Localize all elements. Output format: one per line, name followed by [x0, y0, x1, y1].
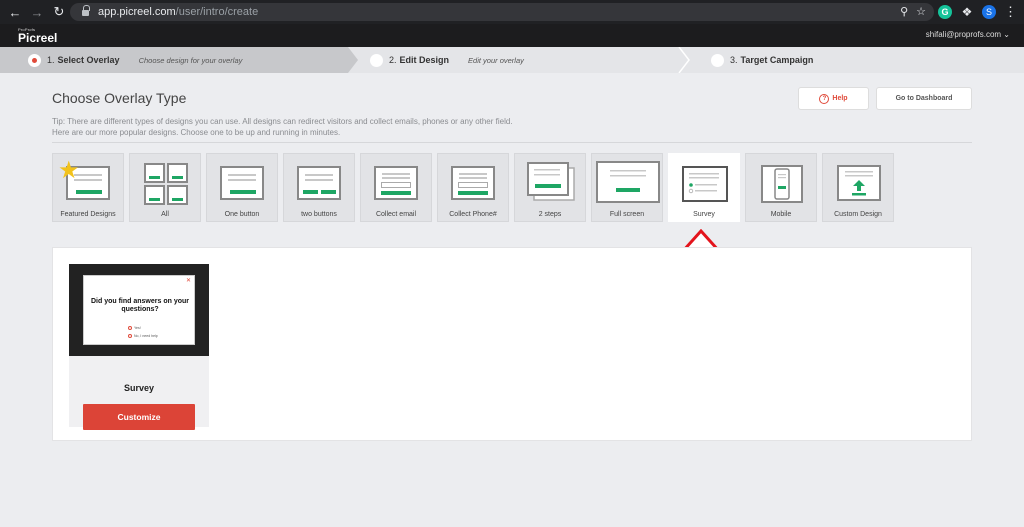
back-icon[interactable]: ← — [6, 3, 24, 21]
grammarly-extension-icon[interactable]: G — [938, 5, 952, 19]
type-label: Mobile — [770, 211, 792, 218]
type-full-screen[interactable]: Full screen — [591, 153, 663, 222]
help-button[interactable]: ? Help — [798, 87, 869, 110]
type-2-steps[interactable]: 2 steps — [514, 153, 586, 222]
customize-button[interactable]: Customize — [83, 404, 195, 430]
designs-panel: ✕ Did you find answers on your questions… — [52, 247, 972, 441]
url-path: /user/intro/create — [175, 6, 259, 18]
tip-text: Tip: There are different types of design… — [52, 116, 572, 138]
type-one-button[interactable]: One button — [206, 153, 278, 222]
preview-popup: ✕ Did you find answers on your questions… — [83, 275, 195, 345]
one-button-icon — [220, 166, 264, 200]
preview-option: No, I need help — [128, 334, 158, 338]
type-label: Collect Phone# — [449, 211, 497, 218]
type-label: Collect email — [375, 211, 417, 218]
type-label: 2 steps — [538, 211, 562, 218]
design-name: Survey — [123, 383, 155, 393]
type-two-buttons[interactable]: two buttons — [283, 153, 355, 222]
step-title: Target Campaign — [740, 55, 814, 65]
profile-avatar[interactable]: S — [982, 5, 996, 19]
type-collect-email[interactable]: Collect email — [360, 153, 432, 222]
forward-icon[interactable]: → — [28, 3, 46, 21]
step-subtitle: Choose design for your overlay — [138, 55, 243, 65]
zoom-icon[interactable]: ⚲ — [900, 5, 908, 18]
radio-icon — [128, 334, 132, 338]
url-host: app.picreel.com — [98, 6, 176, 18]
bookmark-star-icon[interactable]: ☆ — [916, 5, 926, 18]
type-mobile[interactable]: Mobile — [745, 153, 817, 222]
step-number: 2. — [389, 55, 397, 65]
step-dot — [370, 53, 383, 67]
picreel-logo[interactable]: ProProfs Picreel — [18, 27, 57, 45]
step-target-campaign[interactable]: 3. Target Campaign — [711, 47, 832, 73]
step-title: Edit Design — [399, 55, 450, 65]
extensions-puzzle-icon[interactable]: ❖ — [960, 5, 974, 19]
app-header: ProProfs Picreel shifali@proprofs.com ⌄ — [0, 24, 1024, 47]
grid-icon — [144, 163, 188, 205]
design-preview[interactable]: ✕ Did you find answers on your questions… — [69, 264, 209, 356]
step-active-dot — [28, 53, 41, 67]
address-bar[interactable]: app.picreel.com/user/intro/create ⚲ ☆ — [70, 3, 934, 21]
step-separator — [678, 47, 690, 73]
user-email: shifali@proprofs.com — [925, 30, 1002, 39]
go-to-dashboard-button[interactable]: Go to Dashboard — [876, 87, 972, 110]
step-edit-design[interactable]: 2. Edit Design Edit your overlay — [370, 47, 524, 73]
tip-line: Here are our more popular designs. Choos… — [52, 128, 341, 137]
phone-form-icon — [451, 166, 495, 200]
preview-option-label: Yes! — [134, 326, 141, 330]
type-label: Survey — [693, 211, 715, 218]
star-icon: ★ — [58, 157, 80, 184]
step-dot — [711, 53, 724, 67]
type-custom-design[interactable]: Custom Design — [822, 153, 894, 222]
type-label: One button — [224, 211, 260, 218]
type-label: two buttons — [301, 211, 337, 218]
step-title: Select Overlay — [57, 55, 120, 65]
type-featured-designs[interactable]: ★ Featured Designs — [52, 153, 124, 222]
type-all[interactable]: All — [129, 153, 201, 222]
preview-option-label: No, I need help — [134, 334, 158, 338]
tip-line: Tip: There are different types of design… — [52, 117, 513, 126]
two-buttons-icon — [297, 166, 341, 200]
close-icon: ✕ — [185, 278, 191, 284]
type-survey[interactable]: Survey — [668, 153, 740, 222]
type-label: Custom Design — [834, 211, 882, 218]
help-label: Help — [832, 95, 848, 102]
step-number: 3. — [730, 55, 738, 65]
preview-question: Did you find answers on your questions? — [90, 298, 189, 313]
help-icon: ? — [819, 93, 830, 104]
step-select-overlay[interactable]: 1. Select Overlay Choose design for your… — [28, 47, 242, 73]
type-label: Featured Designs — [60, 211, 116, 218]
browser-toolbar: ← → ↻ app.picreel.com/user/intro/create … — [0, 0, 1024, 24]
divider — [52, 142, 972, 143]
reload-icon[interactable]: ↻ — [50, 3, 68, 21]
preview-option: Yes! — [128, 326, 141, 330]
chevron-down-icon: ⌄ — [1003, 30, 1010, 39]
design-card-survey[interactable]: ✕ Did you find answers on your questions… — [69, 264, 209, 430]
type-label: Full screen — [609, 211, 645, 218]
type-label: All — [161, 211, 169, 218]
step-subtitle: Edit your overlay — [468, 55, 524, 65]
user-menu[interactable]: shifali@proprofs.com ⌄ — [926, 30, 1010, 39]
upload-icon — [837, 165, 881, 201]
wizard-stepper: 1. Select Overlay Choose design for your… — [0, 47, 1024, 73]
type-collect-phone[interactable]: Collect Phone# — [437, 153, 509, 222]
fullscreen-icon — [596, 161, 660, 203]
lock-icon — [82, 5, 90, 16]
two-steps-icon — [527, 162, 575, 201]
survey-icon — [682, 166, 728, 202]
page-title: Choose Overlay Type — [52, 90, 187, 106]
step-number: 1. — [47, 55, 55, 65]
logo-name: Picreel — [18, 31, 58, 45]
radio-icon — [128, 326, 132, 330]
mobile-icon — [761, 165, 803, 203]
browser-menu-icon[interactable]: ⋮ — [1004, 4, 1017, 20]
email-form-icon — [374, 166, 418, 200]
